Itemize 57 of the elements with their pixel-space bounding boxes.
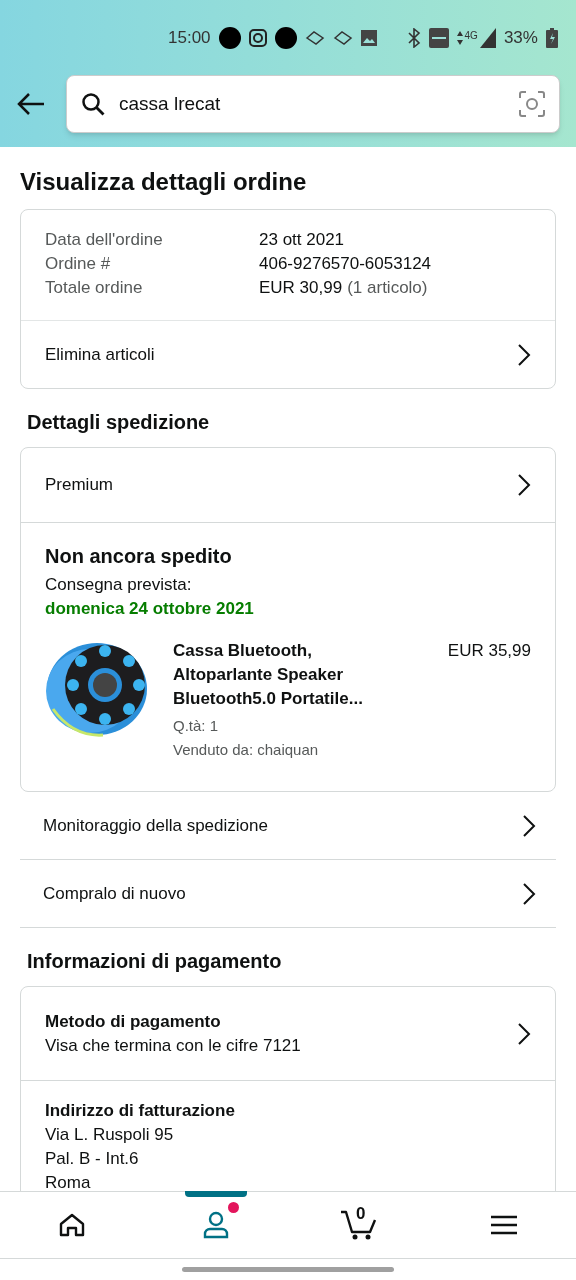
data-arrows-icon [456,30,463,45]
delivery-date: domenica 24 ottobre 2021 [45,598,255,620]
row-title: Metodo di pagamento [45,1010,222,1033]
page-title: Visualizza dettagli ordine [20,167,308,197]
battery-icon [545,27,558,48]
list-row[interactable]: Compralo di nuovo [20,860,556,928]
chevron-right-icon [522,813,536,838]
tag-icon [332,29,353,46]
image-icon [360,29,377,46]
chevron-right-icon [517,1021,531,1046]
back-arrow-icon[interactable] [16,92,46,116]
row-title: Indirizzo di fatturazione [45,1100,236,1122]
address-line: Roma [45,1172,92,1191]
field-note: (1 articolo) [347,277,428,299]
list-row[interactable]: Metodo di pagamento Visa che termina con le cifre 7121 [21,987,555,1080]
product-title[interactable]: Cassa Bluetooth, Altoparlante Speaker Bluetooth5.0 Portatile... [173,639,403,711]
list-row[interactable]: Monitoraggio della spedizione [20,792,556,860]
nav-tab[interactable]: 0 [288,1192,432,1258]
product-seller: Venduto da: chaiquan [173,740,320,760]
field-value: 406-9276570-6053124 [259,253,432,275]
camera-icon [248,28,267,47]
product-quantity: Q.tà: 1 [173,716,220,736]
search-query: cassa lrecat [119,91,222,116]
camera-search-icon[interactable] [519,91,545,117]
network-label: 4G [464,28,478,43]
shipment-status: Non ancora spedito [45,544,233,569]
volte-icon [428,27,449,48]
person-icon [203,1211,229,1239]
cart-count: 0 [356,1204,366,1224]
list-row[interactable]: Premium [21,448,555,522]
field-label: Ordine # [45,253,112,275]
menu-icon [491,1215,517,1235]
field-value: 23 ott 2021 [259,229,345,251]
battery-percent: 33% [503,26,538,49]
search-field[interactable]: cassa lrecat [66,75,560,133]
field-value: EUR 30,99 [259,277,343,299]
search-icon [81,92,105,116]
bluetooth-icon [406,27,421,48]
status-time: 15:00 [168,26,211,49]
row-detail: Visa che termina con le cifre 7121 [45,1034,301,1057]
address-line: Pal. B - Int.6 [45,1148,140,1170]
chevron-right-icon [517,473,531,497]
chevron-right-icon [517,342,531,367]
field-label: Data dell'ordine [45,229,164,251]
tag-icon [304,29,325,46]
chevron-right-icon [522,881,536,906]
signal-icon [479,27,496,48]
delivery-label: Consegna prevista: [45,574,193,596]
notification-dot-icon [218,26,241,49]
notification-dot-icon [274,26,297,49]
product-price: EUR 35,99 [447,640,531,662]
section-heading: Informazioni di pagamento [27,949,283,974]
home-icon [59,1213,85,1237]
address-line: Via L. Ruspoli 95 [45,1124,175,1146]
list-row[interactable]: Elimina articoli [21,320,555,388]
field-label: Totale ordine [45,277,144,299]
section-heading: Dettagli spedizione [27,410,211,435]
